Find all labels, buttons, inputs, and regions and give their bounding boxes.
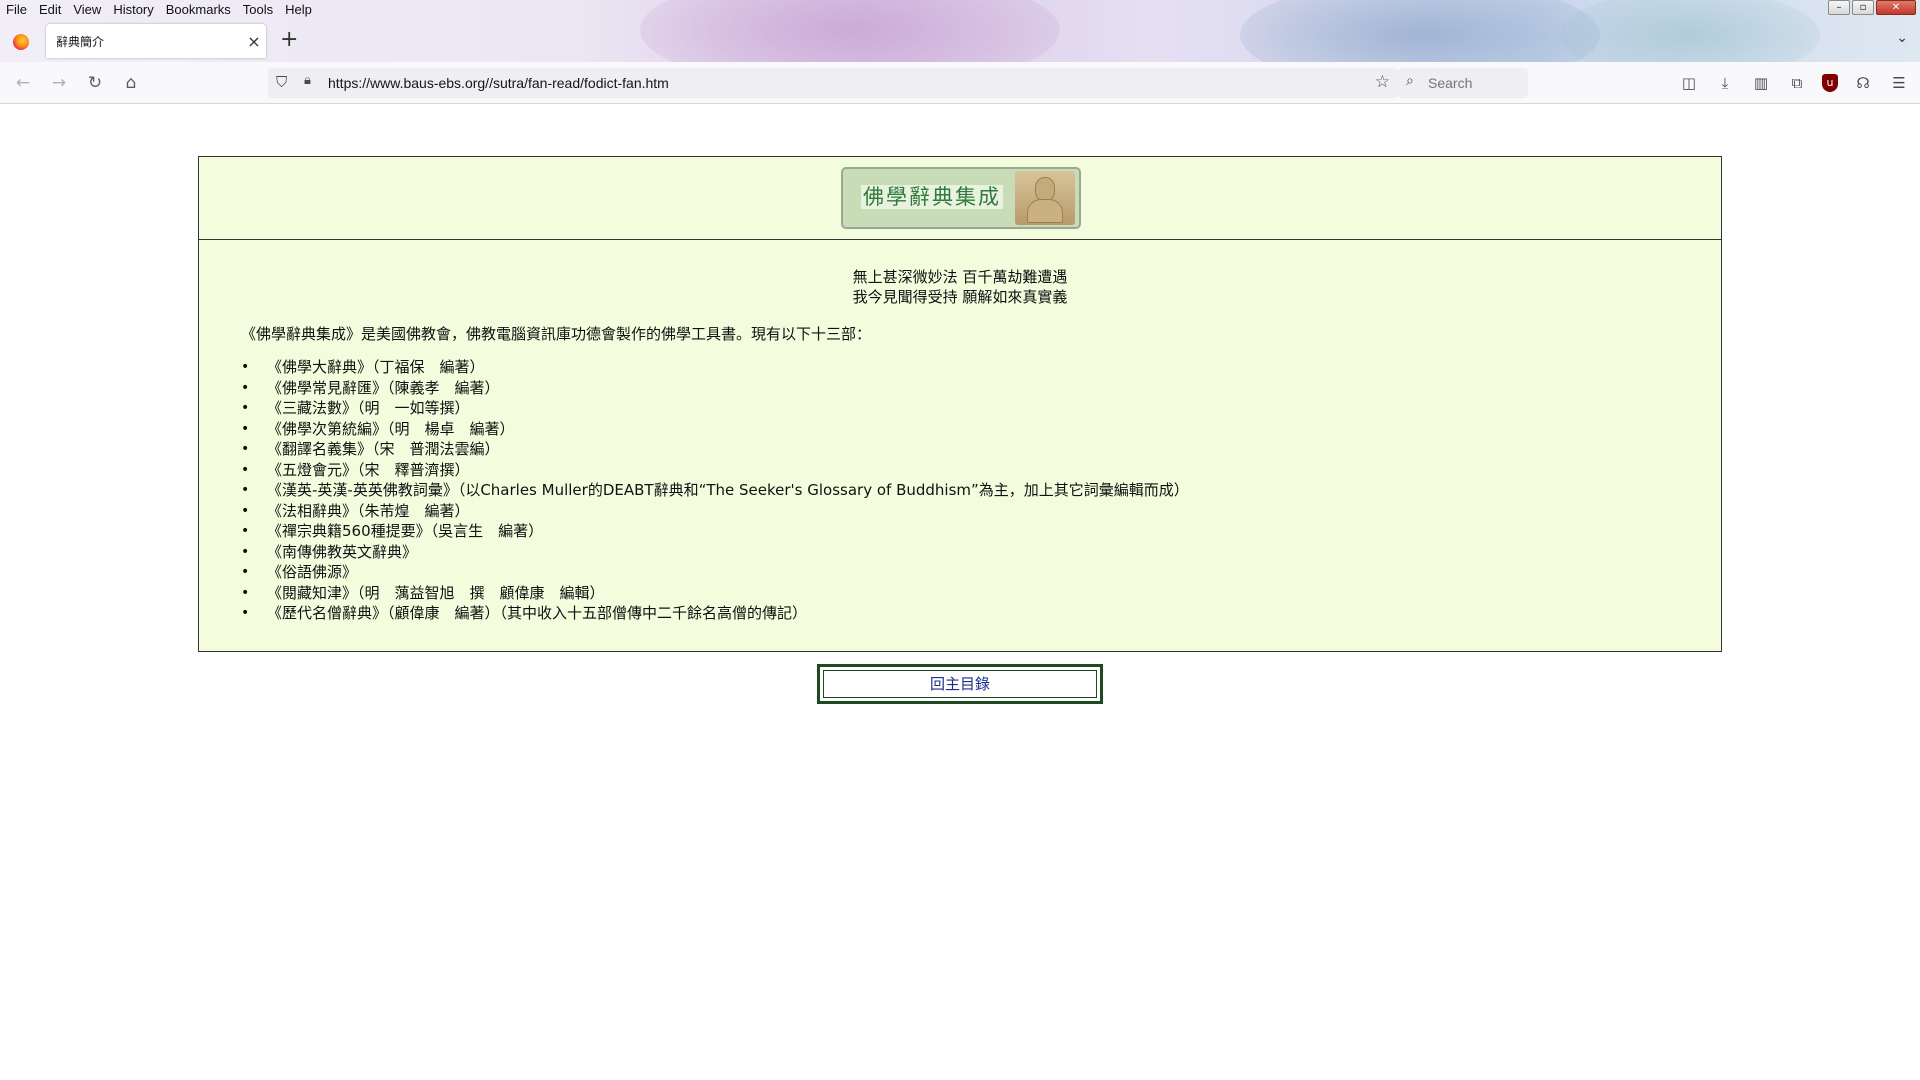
search-icon: ⌕ (1406, 73, 1414, 89)
site-logo-banner: 佛學辭典集成 (841, 167, 1081, 229)
search-bar[interactable]: ⌕ (1398, 68, 1528, 98)
tab-title: 辭典簡介 (56, 34, 105, 49)
list-item: • 《俗語佛源》 (241, 563, 358, 581)
back-to-main-index-button[interactable]: 回主目錄 (817, 664, 1103, 704)
bookmark-star-icon[interactable]: ☆ (1375, 72, 1390, 92)
headphones-icon[interactable]: ☊ (1852, 72, 1874, 94)
list-item: • 《漢英-英漢-英英佛教詞彙》（以Charles Muller的DEABT辭典和… (241, 481, 1189, 499)
theme-decoration (640, 0, 1060, 62)
home-icon[interactable]: ⌂ (118, 70, 144, 96)
menu-bookmarks[interactable]: Bookmarks (160, 0, 237, 19)
theme-decoration (1560, 0, 1820, 62)
pocket-icon[interactable]: ◫ (1678, 72, 1700, 94)
theme-decoration (1240, 0, 1600, 62)
close-window-icon[interactable]: ✕ (1876, 0, 1916, 15)
list-item: • 《五燈會元》（宋 釋普濟撰） (241, 460, 470, 479)
intro-text: 《佛學辭典集成》是美國佛教會，佛教電腦資訊庫功德會製作的佛學工具書。現有以下十三… (241, 325, 872, 343)
url-text[interactable]: https://www.baus-ebs.org//sutra/fan-read… (328, 75, 669, 91)
verse-line-2: 我今見聞得受持 願解如來真實義 (852, 288, 1068, 306)
firefox-icon[interactable] (13, 34, 29, 50)
buddha-statue-image (1015, 171, 1075, 225)
extensions-icon[interactable]: ⧉ (1786, 72, 1808, 94)
list-item: • 《翻譯名義集》（宋 普潤法雲編） (241, 440, 500, 458)
buddha-head (1035, 177, 1055, 201)
tracking-protection-shield-icon[interactable]: ⛉ (276, 73, 287, 91)
list-item: • 《禪宗典籍560種提要》（吳言生 編著） (241, 522, 544, 540)
forward-arrow-icon[interactable]: → (46, 70, 72, 96)
panel-header: 佛學辭典集成 (199, 157, 1721, 240)
url-bar[interactable]: ⛉ 🔒︎ https://www.baus-ebs.org//sutra/fan… (268, 68, 1398, 98)
list-item: • 《佛學大辭典》（丁福保 編著） (241, 358, 485, 376)
toolbar-icons: ◫ ⤓ ▥ ⧉ u ☊ ☰ (1678, 72, 1910, 94)
verse-line-1: 無上甚深微妙法 百千萬劫難遭遇 (852, 268, 1068, 286)
browser-title-bar: File Edit View History Bookmarks Tools H… (0, 0, 1920, 62)
dictionary-panel: 佛學辭典集成 無上甚深微妙法 百千萬劫難遭遇 我今見聞得受持 願解如來真實義 《… (198, 156, 1722, 652)
tab-close-icon[interactable]: × (242, 32, 266, 51)
new-tab-icon[interactable]: + (280, 28, 298, 52)
reload-icon[interactable]: ↻ (82, 70, 108, 96)
downloads-icon[interactable]: ⤓ (1714, 72, 1736, 94)
menu-edit[interactable]: Edit (33, 0, 67, 19)
list-item: • 《歷代名僧辭典》（顧偉康 編著）（其中收入十五部僧傳中二千餘名高僧的傳記） (241, 604, 808, 622)
navigation-toolbar: ← → ↻ ⌂ ⛉ 🔒︎ https://www.baus-ebs.org//s… (0, 62, 1920, 104)
window-controls: – ▫ ✕ (1828, 0, 1916, 15)
menu-history[interactable]: History (107, 0, 159, 19)
app-menu-icon[interactable]: ☰ (1888, 72, 1910, 94)
list-item: • 《南傳佛教英文辭典》 (241, 542, 418, 561)
search-input[interactable] (1426, 72, 1521, 94)
lock-icon[interactable]: 🔒︎ (304, 73, 311, 88)
maximize-icon[interactable]: ▫ (1852, 0, 1874, 15)
logo-text: 佛學辭典集成 (861, 185, 1003, 209)
tab-active[interactable]: 辭典簡介 × (46, 24, 266, 58)
list-all-tabs-icon[interactable]: ⌄ (1896, 30, 1908, 46)
list-item: • 《法相辭典》（朱芾煌 編著） (241, 501, 470, 520)
list-item: • 《佛學次第統編》（明 楊卓 編著） (241, 419, 515, 438)
minimize-icon[interactable]: – (1828, 0, 1850, 15)
menu-bar: File Edit View History Bookmarks Tools H… (0, 0, 318, 19)
menu-help[interactable]: Help (279, 0, 318, 19)
menu-tools[interactable]: Tools (237, 0, 279, 19)
menu-file[interactable]: File (0, 0, 33, 19)
back-to-main-index-label[interactable]: 回主目錄 (823, 670, 1097, 698)
list-item: • 《閱藏知津》（明 蕅益智旭 撰 顧偉康 編輯） (241, 583, 605, 602)
web-page: 佛學辭典集成 無上甚深微妙法 百千萬劫難遭遇 我今見聞得受持 願解如來真實義 《… (0, 104, 1920, 1080)
list-item: • 《三藏法數》（明 一如等撰） (241, 399, 470, 417)
back-arrow-icon[interactable]: ← (10, 70, 36, 96)
menu-view[interactable]: View (67, 0, 107, 19)
buddha-body (1027, 199, 1063, 223)
book-list: • 《佛學大辭典》（丁福保 編著） • 《佛學常見辭匯》（陳義孝 編著） • 《三藏法… (241, 357, 1189, 624)
ublock-origin-icon[interactable]: u (1822, 74, 1838, 92)
list-item: • 《佛學常見辭匯》（陳義孝 編著） (241, 378, 500, 397)
sutra-verse: 無上甚深微妙法 百千萬劫難遭遇 我今見聞得受持 願解如來真實義 (199, 267, 1721, 307)
sidebar-icon[interactable]: ▥ (1750, 72, 1772, 94)
